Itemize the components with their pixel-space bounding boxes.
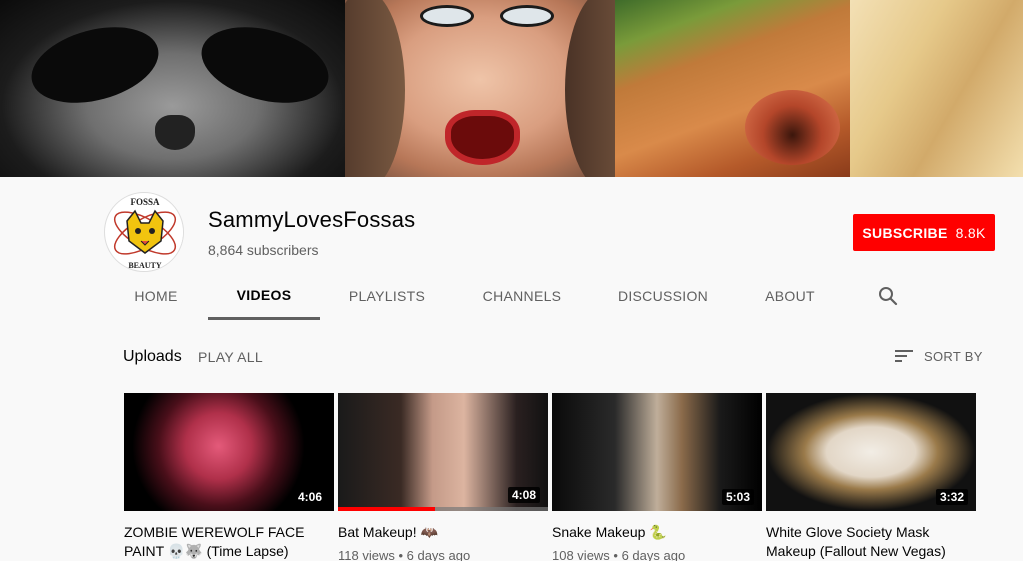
section-title: Uploads <box>123 348 182 365</box>
banner-image-skull <box>0 0 345 177</box>
banner-image-cat <box>615 0 850 177</box>
video-item[interactable]: 3:32 White Glove Society Mask Makeup (Fa… <box>766 393 976 561</box>
subscribe-button[interactable]: SUBSCRIBE 8.8K <box>853 214 995 251</box>
video-item[interactable]: 4:06 ZOMBIE WEREWOLF FACE PAINT 💀🐺 (Time… <box>124 393 334 561</box>
video-title[interactable]: Bat Makeup! 🦇 <box>338 523 548 542</box>
channel-name: SammyLovesFossas <box>208 207 416 232</box>
video-thumbnail[interactable]: 3:32 <box>766 393 976 511</box>
channel-avatar[interactable]: FOSSA BEAUTY <box>104 192 184 272</box>
video-thumbnail[interactable]: 4:06 <box>124 393 334 511</box>
video-title[interactable]: Snake Makeup 🐍 <box>552 523 762 542</box>
video-meta: 108 views • 6 days ago <box>552 548 686 561</box>
subscriber-count: 8,864 subscribers <box>208 242 319 258</box>
video-item[interactable]: 4:08 Bat Makeup! 🦇 118 views • 6 days ag… <box>338 393 548 561</box>
video-duration: 3:32 <box>935 489 968 505</box>
video-thumbnail[interactable]: 4:08 <box>338 393 548 511</box>
subscribe-label: SUBSCRIBE <box>862 224 948 241</box>
videos-section: Uploads PLAY ALL SORT BY 4:06 ZOMBIE WER… <box>0 322 1023 561</box>
tab-videos[interactable]: VIDEOS <box>208 272 320 320</box>
play-all-button[interactable]: PLAY ALL <box>198 349 263 365</box>
avatar-text-top: FOSSA <box>130 197 160 207</box>
banner-image-hair <box>850 0 1023 177</box>
tab-playlists[interactable]: PLAYLISTS <box>320 272 454 320</box>
tab-channels[interactable]: CHANNELS <box>454 272 590 320</box>
sort-by-button[interactable]: SORT BY <box>894 346 983 366</box>
video-meta: 118 views • 6 days ago <box>338 548 471 561</box>
channel-banner <box>0 0 1023 177</box>
avatar-text-bottom: BEAUTY <box>128 261 162 270</box>
tab-home[interactable]: HOME <box>104 272 208 320</box>
video-title[interactable]: White Glove Society Mask Makeup (Fallout… <box>766 523 976 561</box>
search-icon[interactable] <box>876 284 900 308</box>
video-item[interactable]: 5:03 Snake Makeup 🐍 108 views • 6 days a… <box>552 393 762 561</box>
video-title[interactable]: ZOMBIE WEREWOLF FACE PAINT 💀🐺 (Time Laps… <box>124 523 334 561</box>
tab-about[interactable]: ABOUT <box>736 272 844 320</box>
tab-discussion[interactable]: DISCUSSION <box>590 272 736 320</box>
watch-progress-bar <box>338 507 435 511</box>
channel-header: FOSSA BEAUTY SammyLovesFossas 8,864 subs… <box>0 177 1023 322</box>
subscribe-count: 8.8K <box>955 224 986 241</box>
video-duration: 5:03 <box>721 489 754 505</box>
video-thumbnail[interactable]: 5:03 <box>552 393 762 511</box>
sort-icon <box>895 350 913 362</box>
banner-image-face <box>345 0 615 177</box>
video-duration: 4:08 <box>507 487 540 503</box>
fossa-logo-icon: FOSSA BEAUTY <box>107 195 183 271</box>
sort-by-label: SORT BY <box>924 348 983 364</box>
video-duration: 4:06 <box>293 489 326 505</box>
